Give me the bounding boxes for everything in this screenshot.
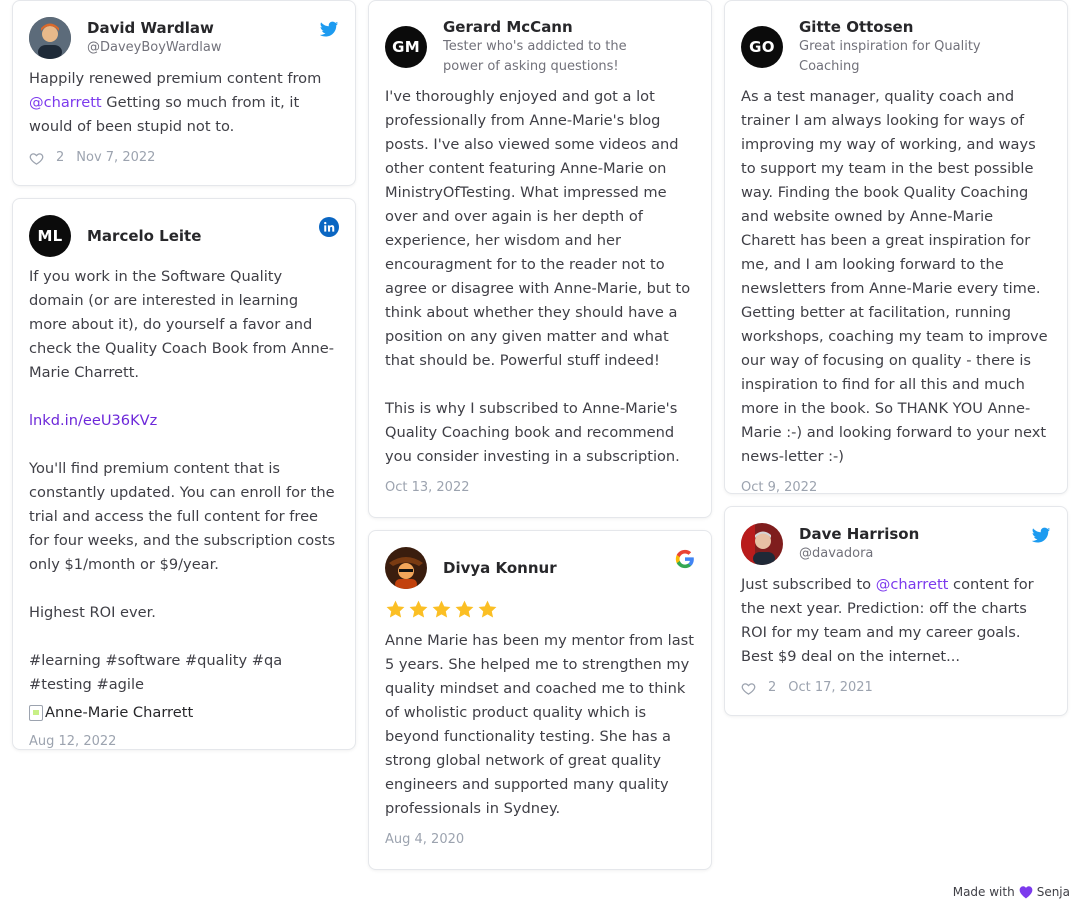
avatar: GM [385, 26, 427, 68]
testimonial-card-marcelo[interactable]: ML Marcelo Leite If you work in the Soft… [12, 198, 356, 750]
author-info: Dave Harrison @davadora [799, 524, 949, 564]
card-meta: 2 Nov 7, 2022 [29, 149, 339, 167]
avatar [385, 547, 427, 589]
brand-name: Senja [1036, 885, 1070, 899]
testimonial-card-david[interactable]: David Wardlaw @DaveyBoyWardlaw Happily r… [12, 0, 356, 186]
testimonial-card-dave[interactable]: Dave Harrison @davadora Just subscribed … [724, 506, 1068, 716]
image-alt-text: Anne-Marie Charrett [45, 704, 194, 721]
heart-icon [29, 152, 44, 165]
author-name: Gerard McCann [443, 18, 573, 36]
author-handle[interactable]: @davadora [799, 544, 919, 564]
date: Oct 17, 2021 [788, 680, 873, 695]
card-meta: Aug 12, 2022 [29, 733, 339, 751]
author-tagline: Tester who's addicted to the power of as… [443, 39, 627, 74]
heart-icon [1019, 886, 1033, 899]
author-info: Divya Konnur [443, 558, 587, 578]
twitter-icon[interactable] [1031, 525, 1051, 545]
card-header: Dave Harrison @davadora [741, 523, 1051, 565]
date: Aug 4, 2020 [385, 832, 465, 847]
text-segment: Just subscribed to [741, 576, 876, 593]
author-handle[interactable]: @DaveyBoyWardlaw [87, 38, 222, 58]
testimonial-text: Anne Marie has been my mentor from last … [385, 632, 699, 817]
twitter-icon[interactable] [319, 19, 339, 39]
like-count: 2 [56, 150, 65, 165]
card-header: Divya Konnur [385, 547, 695, 589]
author-info: Gitte Ottosen Great inspiration for Qual… [799, 17, 1051, 77]
testimonial-card-gerard[interactable]: GM Gerard McCann Tester who's addicted t… [368, 0, 712, 518]
card-header: ML Marcelo Leite [29, 215, 339, 257]
author-name: Dave Harrison [799, 525, 920, 543]
likes: 2 [29, 149, 64, 167]
avatar: ML [29, 215, 71, 257]
star-icon [386, 600, 405, 618]
attached-image[interactable]: Anne-Marie Charrett [29, 703, 339, 723]
star-icon [409, 600, 428, 618]
date: Aug 12, 2022 [29, 734, 117, 749]
author-info: David Wardlaw @DaveyBoyWardlaw [87, 18, 252, 58]
card-header: GM Gerard McCann Tester who's addicted t… [385, 17, 695, 77]
mention-link[interactable]: @charrett [876, 576, 949, 593]
card-meta: Aug 4, 2020 [385, 831, 695, 849]
mention-link[interactable]: @charrett [29, 94, 102, 111]
google-icon[interactable] [675, 549, 695, 569]
testimonial-text: As a test manager, quality coach and tra… [741, 88, 1053, 465]
author-info: Marcelo Leite [87, 226, 231, 246]
date: Nov 7, 2022 [76, 150, 156, 165]
star-rating [385, 599, 695, 621]
card-header: David Wardlaw @DaveyBoyWardlaw [29, 17, 339, 59]
star-icon [478, 600, 497, 618]
testimonial-text: Happily renewed premium content from @ch… [29, 67, 339, 139]
shared-link[interactable]: lnkd.in/eeU36KVz [29, 412, 157, 429]
avatar [741, 523, 783, 565]
made-with-senja-badge[interactable]: Made with Senja [950, 883, 1072, 901]
date: Oct 13, 2022 [385, 480, 470, 495]
author-name: Marcelo Leite [87, 227, 202, 245]
card-meta: 2 Oct 17, 2021 [741, 679, 1051, 697]
testimonial-text: I've thoroughly enjoyed and got a lot pr… [385, 88, 691, 465]
author-info: Gerard McCann Tester who's addicted to t… [443, 17, 695, 77]
likes: 2 [741, 679, 776, 697]
text-segment: If you work in the Software Quality doma… [29, 268, 335, 381]
text-segment: Happily renewed premium content from [29, 70, 326, 87]
author-name: Gitte Ottosen [799, 18, 914, 36]
testimonial-text: Just subscribed to @charrett content for… [741, 573, 1051, 669]
linkedin-icon[interactable] [319, 217, 339, 237]
date: Oct 9, 2022 [741, 480, 818, 495]
testimonial-card-divya[interactable]: Divya Konnur Anne Marie has been my ment… [368, 530, 712, 870]
testimonial-card-gitte[interactable]: GO Gitte Ottosen Great inspiration for Q… [724, 0, 1068, 497]
avatar [29, 17, 71, 59]
star-icon [432, 600, 451, 618]
broken-image-icon [29, 705, 43, 721]
card-header: GO Gitte Ottosen Great inspiration for Q… [741, 17, 1051, 77]
author-name: Divya Konnur [443, 559, 557, 577]
author-tagline: Great inspiration for Quality Coaching [799, 39, 981, 74]
text-segment: You'll find premium content that is cons… [29, 460, 336, 693]
author-name: David Wardlaw [87, 19, 214, 37]
card-meta: Oct 9, 2022 [741, 479, 1051, 497]
star-icon [455, 600, 474, 618]
made-with-label: Made with [952, 885, 1015, 899]
card-meta: Oct 13, 2022 [385, 479, 695, 497]
like-count: 2 [768, 680, 777, 695]
avatar: GO [741, 26, 783, 68]
testimonial-text: If you work in the Software Quality doma… [29, 265, 339, 697]
heart-icon [741, 682, 756, 695]
